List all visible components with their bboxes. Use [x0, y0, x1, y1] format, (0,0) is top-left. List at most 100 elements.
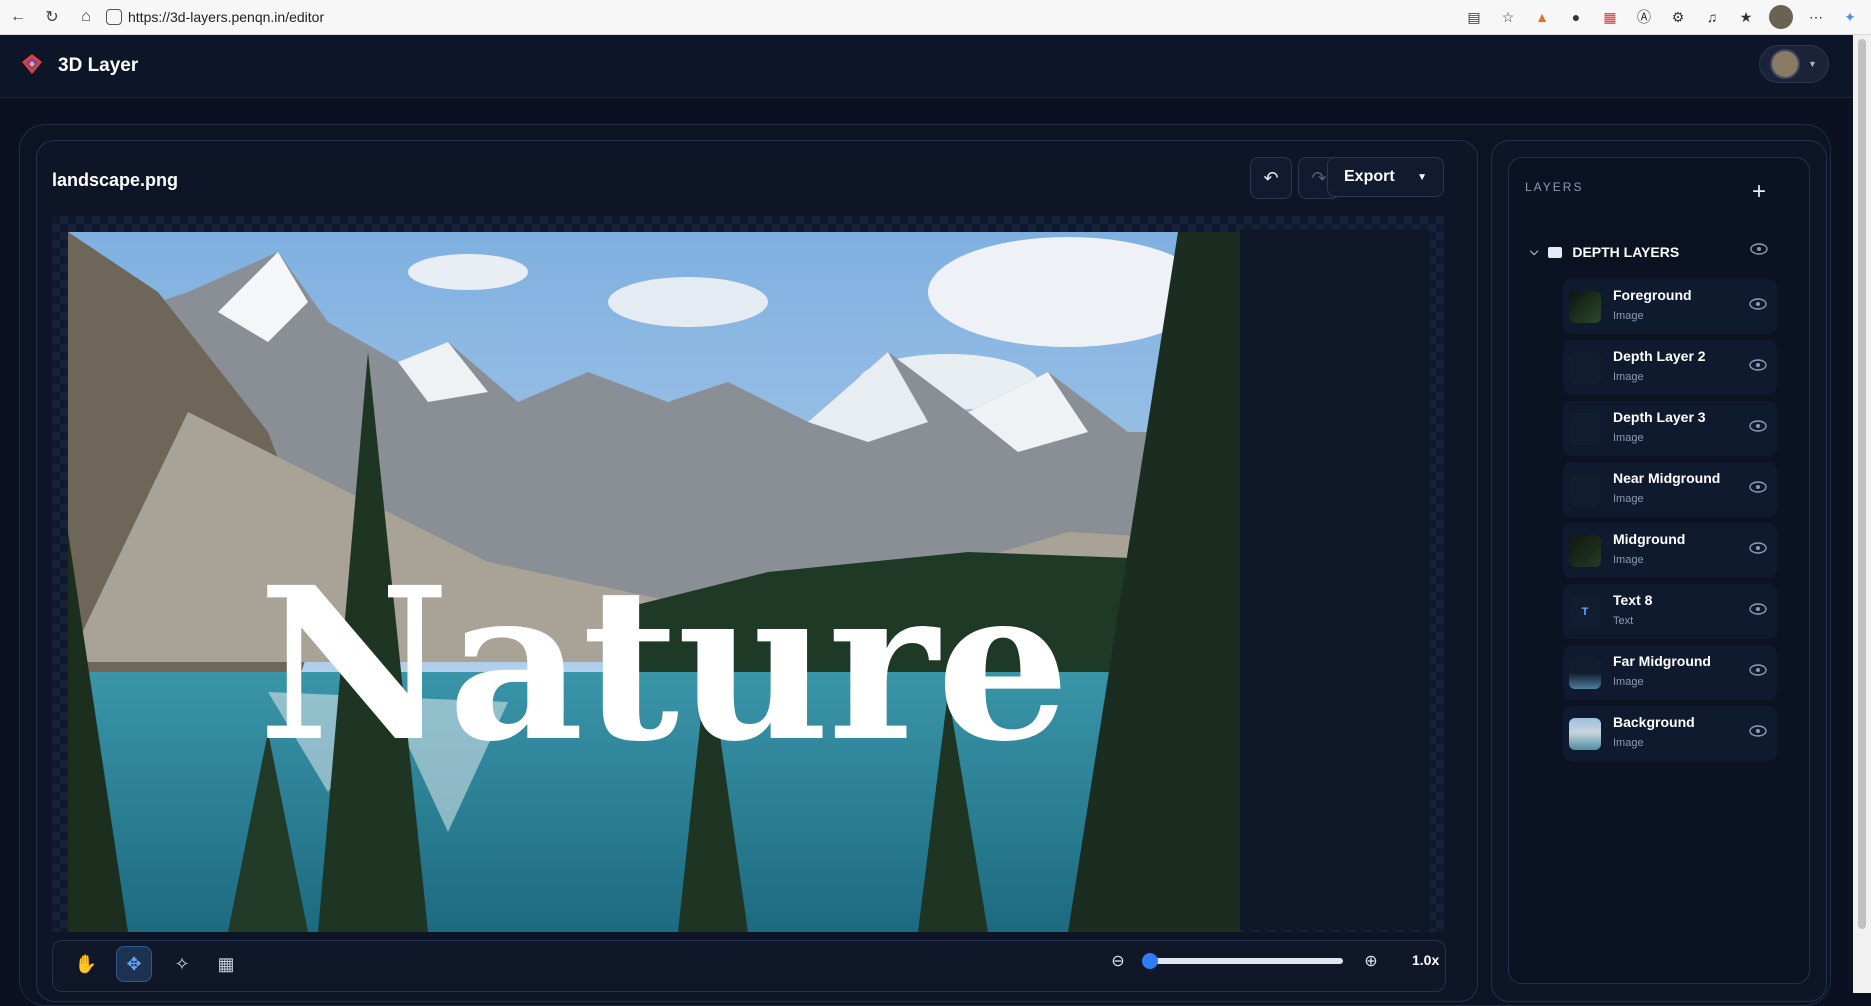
- eye-icon[interactable]: [1749, 542, 1767, 554]
- layer-item[interactable]: Near Midground Image: [1563, 462, 1777, 517]
- move-icon: ✥: [126, 953, 142, 974]
- layer-thumbnail: [1569, 474, 1601, 506]
- export-label: Export: [1344, 168, 1395, 185]
- file-name: landscape.png: [52, 170, 179, 190]
- redo-icon: ↷: [1311, 167, 1327, 188]
- eye-icon[interactable]: [1749, 298, 1767, 310]
- page-scrollbar[interactable]: [1853, 35, 1871, 993]
- layer-type: Image: [1613, 432, 1644, 444]
- calendar-icon[interactable]: ▦: [1599, 6, 1621, 28]
- music-icon[interactable]: ♫: [1701, 6, 1723, 28]
- layer-name: Foreground: [1613, 287, 1692, 303]
- film-icon: ▦: [217, 953, 235, 974]
- eye-icon[interactable]: [1749, 359, 1767, 371]
- more-icon[interactable]: ⋯: [1805, 6, 1827, 28]
- layer-type: Image: [1613, 676, 1644, 688]
- magic-wand-icon: ✧: [174, 953, 190, 974]
- zoom-out-icon: ⊖: [1111, 953, 1125, 970]
- layer-type: Image: [1613, 310, 1644, 322]
- layer-item[interactable]: Midground Image: [1563, 523, 1777, 578]
- reader-icon[interactable]: ▤: [1463, 6, 1485, 28]
- film-tool-button[interactable]: ▦: [208, 946, 244, 982]
- scrollbar-thumb[interactable]: [1858, 39, 1866, 929]
- layer-type: Image: [1613, 371, 1644, 383]
- layer-thumbnail: [1569, 657, 1601, 689]
- layer-name: Near Midground: [1613, 470, 1721, 486]
- layer-name: Far Midground: [1613, 653, 1711, 669]
- reload-icon[interactable]: ↻: [42, 7, 62, 27]
- zoom-in-button[interactable]: ⊕: [1360, 950, 1382, 972]
- layer-type: Image: [1613, 737, 1644, 749]
- avatar: [1770, 49, 1800, 79]
- home-icon[interactable]: ⌂: [76, 7, 96, 27]
- layer-item[interactable]: Depth Layer 3 Image: [1563, 401, 1777, 456]
- eye-icon[interactable]: [1749, 603, 1767, 615]
- layer-thumbnail: [1569, 413, 1601, 445]
- copilot-icon[interactable]: ✦: [1839, 6, 1861, 28]
- layer-item[interactable]: Depth Layer 2 Image: [1563, 340, 1777, 395]
- app-logo-icon: [22, 54, 42, 74]
- layer-thumbnail: [1569, 291, 1601, 323]
- undo-button[interactable]: ↶: [1250, 157, 1292, 199]
- layer-name: Background: [1613, 714, 1695, 730]
- chevron-down-icon: ▼: [1808, 59, 1817, 69]
- export-button[interactable]: Export ▼: [1327, 157, 1444, 197]
- chevron-down-icon[interactable]: ⌵: [1530, 246, 1538, 259]
- layer-name: Depth Layer 2: [1613, 348, 1706, 364]
- hand-tool-button[interactable]: ✋: [68, 946, 104, 982]
- a-icon[interactable]: Ⓐ: [1633, 6, 1655, 28]
- move-tool-button[interactable]: ✥: [116, 946, 152, 982]
- metamask-icon[interactable]: ▲: [1531, 6, 1553, 28]
- undo-icon: ↶: [1263, 167, 1279, 188]
- layer-type: Image: [1613, 493, 1644, 505]
- eye-icon[interactable]: [1749, 664, 1767, 676]
- eye-icon[interactable]: [1749, 481, 1767, 493]
- favorites-icon[interactable]: ★: [1735, 6, 1757, 28]
- zoom-slider[interactable]: [1142, 953, 1343, 969]
- star-icon[interactable]: ☆: [1497, 6, 1519, 28]
- plus-icon: +: [1752, 178, 1767, 205]
- browser-toolbar: ← ↻ ⌂ https://3d-layers.penqn.in/editor …: [0, 0, 1871, 35]
- zoom-in-icon: ⊕: [1364, 953, 1378, 970]
- chevron-down-icon: ▼: [1417, 171, 1427, 183]
- app-header: 3D Layer ▼: [0, 35, 1853, 98]
- layer-type: Text: [1613, 615, 1634, 627]
- add-layer-button[interactable]: +: [1752, 180, 1766, 204]
- layer-name: Midground: [1613, 531, 1686, 547]
- canvas-empty-area: [1240, 230, 1430, 930]
- folder-icon: [1548, 246, 1563, 258]
- puzzle-icon[interactable]: ⚙: [1667, 6, 1689, 28]
- user-menu-button[interactable]: ▼: [1759, 45, 1829, 83]
- back-icon[interactable]: ←: [8, 7, 28, 27]
- brand-name: 3D Layer: [58, 55, 139, 76]
- magic-wand-tool-button[interactable]: ✧: [164, 946, 200, 982]
- layer-item[interactable]: Far Midground Image: [1563, 645, 1777, 700]
- layer-name: Text 8: [1613, 592, 1653, 608]
- layer-thumbnail: [1569, 352, 1601, 384]
- extension-icon[interactable]: ●: [1565, 6, 1587, 28]
- site-info-icon[interactable]: [106, 9, 122, 25]
- zoom-out-button[interactable]: ⊖: [1107, 950, 1129, 972]
- layer-item[interactable]: T Text 8 Text: [1563, 584, 1777, 639]
- hand-icon: ✋: [74, 953, 98, 974]
- layer-item[interactable]: Foreground Image: [1563, 279, 1777, 334]
- layer-item[interactable]: Background Image: [1563, 706, 1777, 761]
- canvas-text-layer[interactable]: Nature: [258, 560, 1070, 770]
- eye-icon[interactable]: [1749, 725, 1767, 737]
- editor-toolbar: [52, 940, 1446, 992]
- url-text: https://3d-layers.penqn.in/editor: [128, 9, 325, 25]
- layer-group-label: DEPTH LAYERS: [1572, 244, 1680, 260]
- layer-group-depth[interactable]: ⌵ DEPTH LAYERS: [1530, 244, 1679, 260]
- eye-icon[interactable]: [1749, 420, 1767, 432]
- layer-name: Depth Layer 3: [1613, 409, 1706, 425]
- layer-thumbnail: [1569, 535, 1601, 567]
- layer-thumbnail: [1569, 718, 1601, 750]
- eye-icon[interactable]: [1750, 243, 1768, 255]
- text-layer-icon: T: [1569, 596, 1601, 628]
- layer-type: Image: [1613, 554, 1644, 566]
- layers-title: LAYERS: [1525, 180, 1584, 194]
- address-bar[interactable]: https://3d-layers.penqn.in/editor: [106, 9, 324, 25]
- zoom-slider-knob[interactable]: [1142, 953, 1158, 969]
- zoom-level: 1.0x: [1412, 952, 1440, 968]
- profile-icon[interactable]: [1769, 5, 1793, 29]
